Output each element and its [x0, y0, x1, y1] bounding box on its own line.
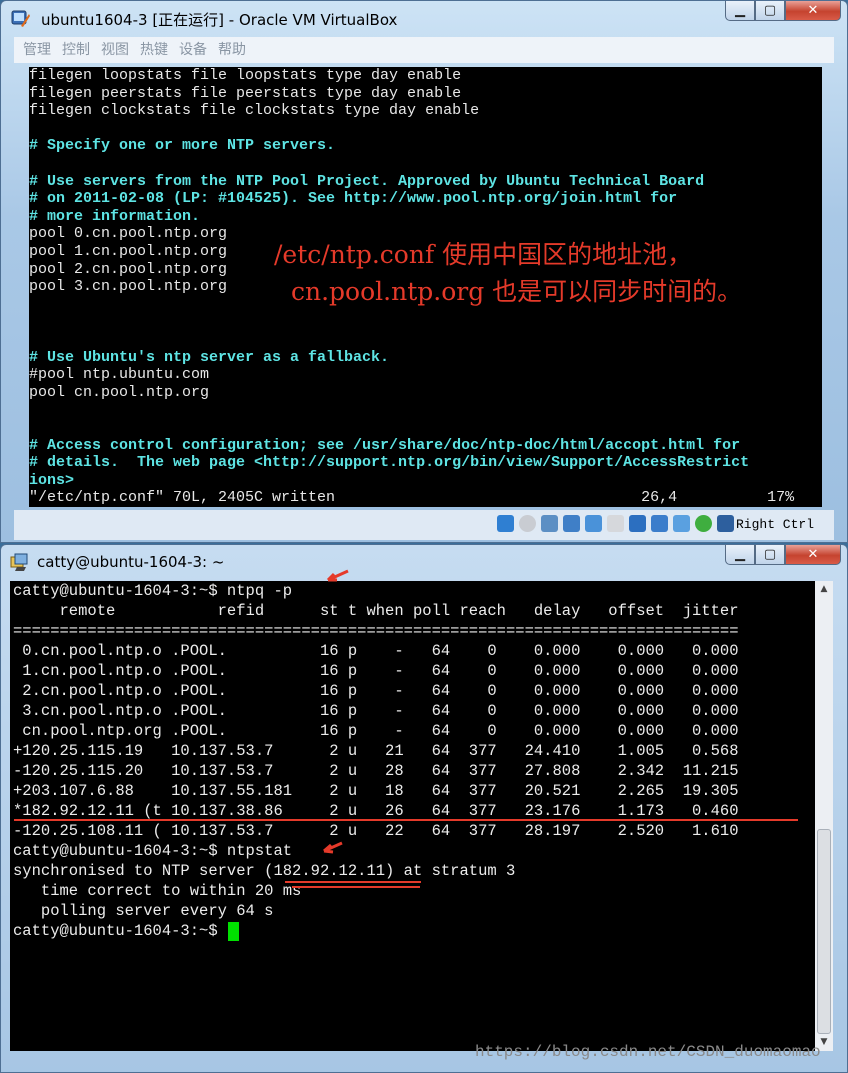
vbox-menubar: 管理 控制 视图 热键 设备 帮助: [14, 37, 834, 63]
terminal-line: ========================================…: [13, 622, 739, 640]
maximize-button[interactable]: ▢: [755, 1, 785, 21]
menu-view[interactable]: 视图: [101, 37, 129, 63]
window-title: ubuntu1604-3 [正在运行] - Oracle VM VirtualB…: [41, 11, 398, 29]
csdn-watermark: https://blog.csdn.net/CSDN_duomaomao: [475, 1043, 821, 1061]
terminal-screen[interactable]: catty@ubuntu-1604-3:~$ ntpq -p remote re…: [10, 581, 815, 1051]
optical-drive-icon[interactable]: [519, 515, 536, 532]
display-icon[interactable]: [629, 515, 646, 532]
terminal-close-button[interactable]: ✕: [785, 545, 841, 565]
maximize-icon: ▢: [763, 547, 777, 562]
terminal-minimize-button[interactable]: ▁: [725, 545, 755, 565]
cpu-icon[interactable]: [673, 515, 690, 532]
terminal-line: synchronised to NTP server (182.92.12.11…: [13, 862, 516, 880]
hard-disk-icon[interactable]: [497, 515, 514, 532]
menu-hotkey[interactable]: 热键: [140, 37, 168, 63]
menu-control[interactable]: 控制: [62, 37, 90, 63]
minimize-button[interactable]: ▁: [725, 1, 755, 21]
vim-line: filegen peerstats file peerstats type da…: [29, 84, 462, 102]
close-icon: ✕: [807, 547, 819, 562]
vim-line: pool cn.pool.ntp.org: [29, 383, 210, 401]
terminal-line: 3.cn.pool.ntp.o .POOL. 16 p - 64 0 0.000…: [13, 702, 739, 720]
terminal-window: catty@ubuntu-1604-3: ~ ▁ ▢ ✕ catty@ubunt…: [0, 544, 848, 1073]
terminal-line: cn.pool.ntp.org .POOL. 16 p - 64 0 0.000…: [13, 722, 739, 740]
vim-line: filegen loopstats file loopstats type da…: [29, 67, 462, 84]
terminal-line: catty@ubuntu-1604-3:~$ ntpq -p: [13, 582, 293, 600]
terminal-line: 0.cn.pool.ntp.o .POOL. 16 p - 64 0 0.000…: [13, 642, 739, 660]
terminal-line: polling server every 64 s: [13, 902, 274, 920]
vim-line: pool 1.cn.pool.ntp.org: [29, 243, 228, 260]
mouse-integration-icon[interactable]: [695, 515, 712, 532]
vim-line: pool 2.cn.pool.ntp.org: [29, 260, 228, 278]
keyboard-capture-icon[interactable]: [717, 515, 734, 532]
underline-ntp-server-1: [285, 881, 421, 883]
terminal-line: time correct to within 20 ms: [13, 882, 302, 900]
terminal-scrollbar[interactable]: ▲ ▼: [815, 581, 833, 1051]
vim-line: filegen clockstats file clockstats type …: [29, 102, 480, 120]
menu-manage[interactable]: 管理: [23, 37, 51, 63]
vim-line: #pool ntp.ubuntu.com: [29, 366, 210, 384]
terminal-line: *182.92.12.11 (t 10.137.38.86 2 u 26 64 …: [13, 802, 739, 820]
underline-selected-peer: [14, 819, 798, 821]
menu-devices[interactable]: 设备: [179, 37, 207, 63]
vim-line: # more information.: [29, 207, 201, 225]
annotation-line-2: cn.pool.ntp.org 也是可以同步时间的。: [291, 277, 743, 306]
scrollbar-thumb[interactable]: [817, 829, 831, 1034]
vim-line: pool 3.cn.pool.ntp.org: [29, 278, 228, 296]
terminal-line: -120.25.115.20 10.137.53.7 2 u 28 64 377…: [13, 762, 739, 780]
minimize-icon: ▁: [735, 547, 745, 562]
terminal-cursor: [227, 922, 239, 941]
terminal-line: +203.107.6.88 10.137.55.181 2 u 18 64 37…: [13, 782, 739, 800]
vim-line: # details. The web page <http://support.…: [29, 454, 750, 472]
scroll-up-arrow-icon[interactable]: ▲: [815, 581, 833, 598]
shared-folder-icon[interactable]: [607, 515, 624, 532]
terminal-line: 1.cn.pool.ntp.o .POOL. 16 p - 64 0 0.000…: [13, 662, 739, 680]
annotation-line-1: /etc/ntp.conf 使用中国区的地址池，: [274, 240, 693, 269]
terminal-maximize-button[interactable]: ▢: [755, 545, 785, 565]
minimize-icon: ▁: [735, 3, 745, 18]
terminal-title: catty@ubuntu-1604-3: ~: [37, 553, 225, 571]
terminal-line: catty@ubuntu-1604-3:~$: [13, 922, 227, 940]
underline-ntp-server-2: [292, 886, 420, 888]
vbox-statusbar: Right Ctrl: [14, 510, 834, 540]
virtualbox-app-icon: [11, 10, 30, 27]
vim-line: # on 2011-02-08 (LP: #104525). See http:…: [29, 190, 678, 208]
virtualbox-titlebar[interactable]: ubuntu1604-3 [正在运行] - Oracle VM VirtualB…: [1, 1, 847, 35]
terminal-line: remote refid st t when poll reach delay …: [13, 602, 739, 620]
capture-icon[interactable]: [651, 515, 668, 532]
virtualbox-window: ubuntu1604-3 [正在运行] - Oracle VM VirtualB…: [0, 0, 848, 543]
vim-line: # Use servers from the NTP Pool Project.…: [29, 172, 705, 190]
close-button[interactable]: ✕: [785, 1, 841, 21]
host-key-label: Right Ctrl: [735, 517, 814, 532]
terminal-titlebar[interactable]: catty@ubuntu-1604-3: ~ ▁ ▢ ✕: [1, 545, 847, 579]
terminal-app-icon: [10, 553, 28, 571]
terminal-line: -120.25.108.11 ( 10.137.53.7 2 u 22 64 3…: [13, 822, 739, 840]
maximize-icon: ▢: [763, 3, 777, 18]
vim-line: # Use Ubuntu's ntp server as a fallback.: [29, 348, 390, 366]
network-icon[interactable]: [563, 515, 580, 532]
menu-help[interactable]: 帮助: [218, 37, 246, 63]
close-icon: ✕: [807, 3, 819, 18]
usb-icon[interactable]: [585, 515, 602, 532]
terminal-line: +120.25.115.19 10.137.53.7 2 u 21 64 377…: [13, 742, 739, 760]
terminal-line: catty@ubuntu-1604-3:~$ ntpstat: [13, 842, 293, 860]
audio-icon[interactable]: [541, 515, 558, 532]
vim-line: "/etc/ntp.conf" 70L, 2405C written 26,4 …: [29, 489, 795, 507]
vim-line: # Access control configuration; see /usr…: [29, 436, 741, 454]
vim-line: pool 0.cn.pool.ntp.org: [29, 225, 228, 243]
vim-line: ions>: [29, 471, 75, 489]
terminal-line: 2.cn.pool.ntp.o .POOL. 16 p - 64 0 0.000…: [13, 682, 739, 700]
vim-line: # Specify one or more NTP servers.: [29, 137, 336, 155]
